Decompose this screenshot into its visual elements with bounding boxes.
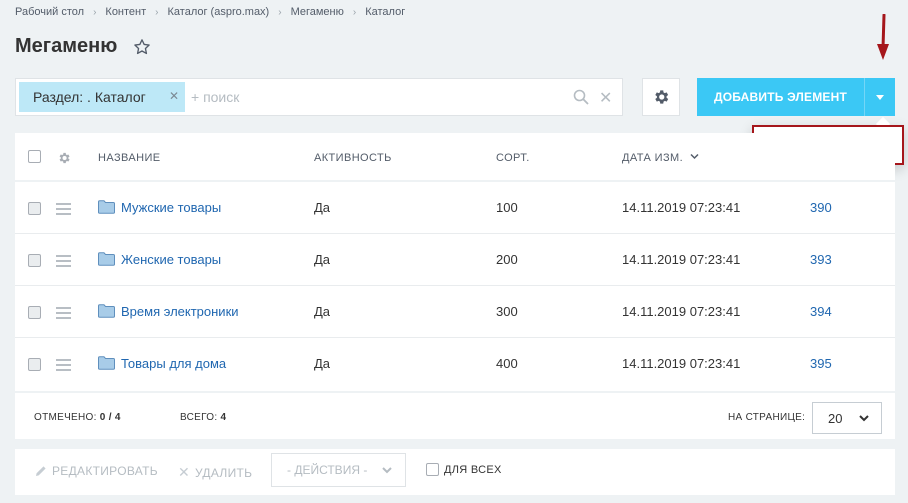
add-dropdown-toggle[interactable]	[864, 78, 895, 116]
row-name-link[interactable]: Время электроники	[121, 304, 239, 319]
actions-select[interactable]: - ДЕЙСТВИЯ -	[271, 453, 406, 487]
table-row[interactable]: Время электроники Да 300 14.11.2019 07:2…	[15, 286, 895, 338]
edit-label: РЕДАКТИРОВАТЬ	[52, 464, 158, 478]
row-date: 14.11.2019 07:23:41	[622, 304, 741, 319]
row-id-link[interactable]: 395	[810, 356, 832, 371]
row-name-link[interactable]: Мужские товары	[121, 200, 221, 215]
close-icon: ✕	[178, 464, 191, 480]
search-icon[interactable]	[573, 89, 589, 105]
row-active: Да	[314, 356, 331, 371]
row-name-link[interactable]: Женские товары	[121, 252, 221, 267]
folder-icon	[98, 356, 115, 370]
delete-button[interactable]: ✕ УДАЛИТЬ	[178, 464, 252, 481]
filter-chip-section[interactable]: Раздел: . Каталог ✕	[19, 82, 185, 112]
clear-icon[interactable]: ✕	[599, 88, 612, 108]
per-page-label: НА СТРАНИЦЕ:	[728, 412, 806, 423]
column-settings-gear-icon[interactable]	[57, 151, 71, 165]
column-header-name[interactable]: НАЗВАНИЕ	[98, 152, 161, 164]
table-row[interactable]: Женские товары Да 200 14.11.2019 07:23:4…	[15, 234, 895, 286]
selected-count: ОТМЕЧЕНО: 0 / 4	[34, 412, 121, 423]
row-menu-icon[interactable]	[56, 307, 71, 322]
page-title: Мегаменю	[15, 35, 118, 57]
breadcrumb-item[interactable]: Каталог	[365, 6, 405, 18]
title-row: Мегаменю	[15, 35, 151, 58]
row-menu-icon[interactable]	[56, 255, 71, 270]
for-all-label: ДЛЯ ВСЕХ	[444, 463, 502, 476]
row-checkbox[interactable]	[28, 358, 41, 371]
chevron-down-icon	[859, 415, 869, 422]
breadcrumb-separator-icon: ›	[155, 6, 159, 18]
for-all-toggle[interactable]: ДЛЯ ВСЕХ	[426, 463, 502, 476]
table-row[interactable]: Товары для дома Да 400 14.11.2019 07:23:…	[15, 338, 895, 390]
delete-label: УДАЛИТЬ	[195, 465, 253, 480]
elements-grid: НАЗВАНИЕ АКТИВНОСТЬ СОРТ. ДАТА ИЗМ. Мужс…	[15, 133, 895, 439]
search-input[interactable]: + поиск	[191, 89, 239, 105]
filter-chip-label: Раздел: . Каталог	[33, 89, 146, 105]
breadcrumb-item[interactable]: Мегаменю	[291, 6, 344, 18]
breadcrumb-item[interactable]: Контент	[105, 6, 146, 18]
add-element-button[interactable]: ДОБАВИТЬ ЭЛЕМЕНТ	[697, 78, 864, 116]
row-sort: 200	[496, 252, 518, 267]
grid-header: НАЗВАНИЕ АКТИВНОСТЬ СОРТ. ДАТА ИЗМ.	[15, 133, 895, 182]
column-header-date[interactable]: ДАТА ИЗМ.	[622, 152, 683, 164]
row-date: 14.11.2019 07:23:41	[622, 356, 741, 371]
chevron-down-icon	[876, 94, 884, 100]
gear-icon	[655, 90, 669, 104]
per-page-value: 20	[828, 410, 843, 426]
filter-search-box[interactable]: Раздел: . Каталог ✕ + поиск ✕	[15, 78, 623, 116]
row-active: Да	[314, 304, 331, 319]
chevron-down-icon	[382, 467, 392, 474]
annotation-arrow-icon	[877, 14, 889, 60]
row-menu-icon[interactable]	[56, 203, 71, 218]
breadcrumb-separator-icon: ›	[352, 6, 357, 18]
grid-footer: ОТМЕЧЕНО: 0 / 4 ВСЕГО: 4 НА СТРАНИЦЕ: 20	[15, 391, 895, 439]
breadcrumb-item[interactable]: Каталог (aspro.max)	[168, 6, 270, 18]
select-all-checkbox[interactable]	[28, 150, 41, 163]
breadcrumb-item[interactable]: Рабочий стол	[15, 6, 84, 18]
row-sort: 400	[496, 356, 518, 371]
actions-select-value: - ДЕЙСТВИЯ -	[287, 463, 368, 477]
total-count: ВСЕГО: 4	[180, 412, 227, 423]
folder-icon	[98, 200, 115, 214]
breadcrumb-separator-icon: ›	[278, 6, 282, 18]
row-active: Да	[314, 200, 331, 215]
star-icon[interactable]	[133, 38, 151, 56]
row-checkbox[interactable]	[28, 306, 41, 319]
sort-chevron-down-icon[interactable]	[690, 153, 699, 160]
row-name-link[interactable]: Товары для дома	[121, 356, 226, 371]
folder-icon	[98, 252, 115, 266]
column-header-active[interactable]: АКТИВНОСТЬ	[314, 152, 392, 164]
for-all-checkbox[interactable]	[426, 463, 439, 476]
breadcrumb: Рабочий стол › Контент › Каталог (aspro.ma…	[15, 6, 405, 18]
folder-icon	[98, 304, 115, 318]
row-checkbox[interactable]	[28, 202, 41, 215]
row-id-link[interactable]: 390	[810, 200, 832, 215]
row-sort: 100	[496, 200, 518, 215]
row-active: Да	[314, 252, 331, 267]
table-row[interactable]: Мужские товары Да 100 14.11.2019 07:23:4…	[15, 182, 895, 234]
row-menu-icon[interactable]	[56, 359, 71, 374]
group-actions-panel: РЕДАКТИРОВАТЬ ✕ УДАЛИТЬ - ДЕЙСТВИЯ - ДЛЯ…	[15, 449, 895, 495]
close-icon[interactable]: ✕	[169, 89, 179, 103]
row-id-link[interactable]: 394	[810, 304, 832, 319]
row-date: 14.11.2019 07:23:41	[622, 252, 741, 267]
edit-button[interactable]: РЕДАКТИРОВАТЬ	[34, 464, 158, 478]
row-sort: 300	[496, 304, 518, 319]
column-header-sort[interactable]: СОРТ.	[496, 152, 530, 164]
settings-button[interactable]	[642, 78, 680, 116]
row-checkbox[interactable]	[28, 254, 41, 267]
per-page-select[interactable]: 20	[812, 402, 882, 434]
pencil-icon	[36, 466, 46, 476]
breadcrumb-separator-icon: ›	[93, 6, 97, 18]
row-date: 14.11.2019 07:23:41	[622, 200, 741, 215]
row-id-link[interactable]: 393	[810, 252, 832, 267]
